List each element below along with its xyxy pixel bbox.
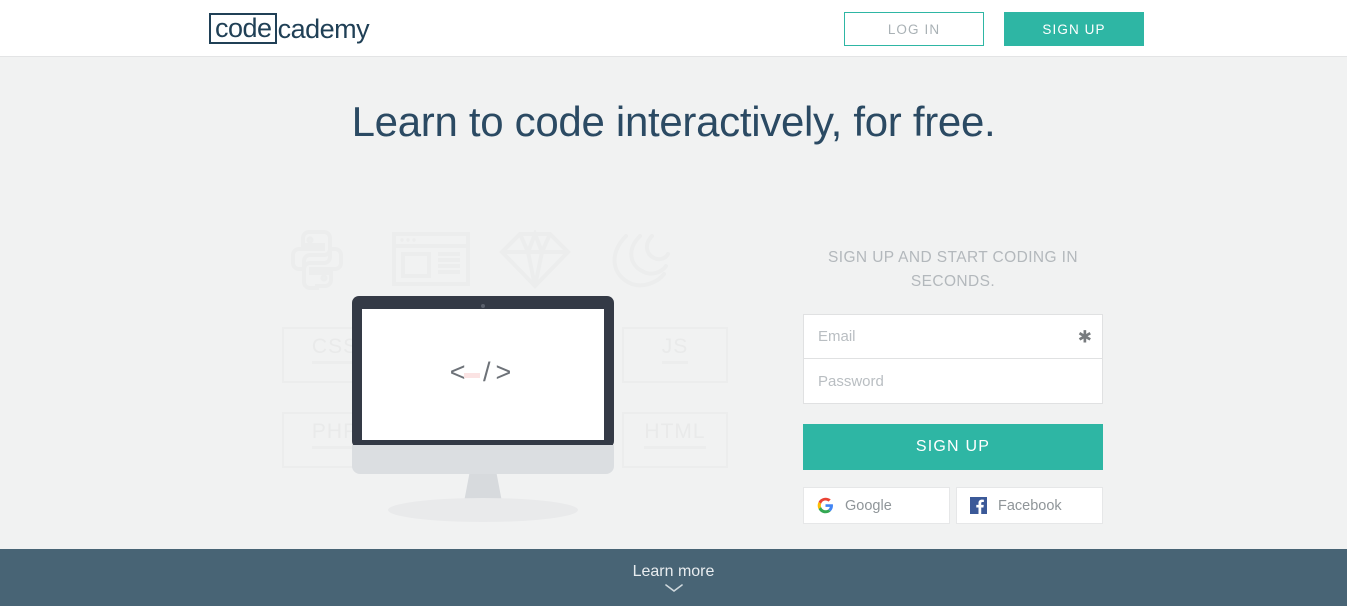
social-signup-row: Google Facebook — [803, 487, 1103, 524]
facebook-icon — [970, 497, 987, 514]
tag-html-label: HTML — [644, 420, 706, 449]
arcs-icon — [612, 234, 670, 288]
facebook-signup-label: Facebook — [998, 497, 1062, 514]
password-field-wrapper[interactable] — [803, 359, 1103, 404]
site-header: code cademy LOG IN SIGN UP — [0, 0, 1347, 57]
signup-submit-button[interactable]: SIGN UP — [803, 424, 1103, 470]
monitor-base — [352, 445, 614, 474]
signup-form: SIGN UP AND START CODING IN SECONDS. ✱ S… — [803, 246, 1103, 524]
ruby-gem-icon — [499, 230, 571, 289]
learn-more-bar[interactable]: Learn more — [0, 549, 1347, 606]
google-signup-label: Google — [845, 497, 892, 514]
password-field[interactable] — [804, 359, 1102, 403]
tag-js: JS — [622, 327, 728, 383]
tag-js-label: JS — [661, 335, 689, 364]
browser-window-icon — [392, 232, 470, 286]
header-signup-button[interactable]: SIGN UP — [1004, 12, 1144, 46]
email-field-wrapper[interactable]: ✱ — [803, 314, 1103, 359]
page-title: Learn to code interactively, for free. — [351, 98, 996, 145]
logo-rest-text: cademy — [277, 13, 370, 44]
form-heading: SIGN UP AND START CODING IN SECONDS. — [828, 249, 1078, 290]
code-glyph: < /> — [449, 357, 517, 387]
codecademy-logo[interactable]: code cademy — [209, 13, 370, 44]
monitor-screen: < /> — [362, 309, 604, 440]
tag-html: HTML — [622, 412, 728, 468]
logo-boxed-text: code — [209, 13, 277, 44]
cursor-underscore-icon — [464, 373, 480, 378]
facebook-signup-button[interactable]: Facebook — [956, 487, 1103, 524]
monitor-illustration: < /> — [352, 296, 614, 448]
learn-more-label: Learn more — [632, 562, 715, 580]
login-button[interactable]: LOG IN — [844, 12, 984, 46]
monitor-camera-dot — [481, 304, 485, 308]
monitor-shadow — [388, 498, 578, 522]
required-asterisk-icon: ✱ — [1077, 327, 1092, 346]
email-field[interactable] — [804, 315, 1102, 358]
hero-illustration: CSS JS PHP HTML < /> — [272, 222, 728, 522]
chevron-down-icon — [664, 583, 683, 592]
google-signup-button[interactable]: Google — [803, 487, 950, 524]
python-icon — [291, 230, 343, 290]
google-icon — [817, 497, 833, 514]
